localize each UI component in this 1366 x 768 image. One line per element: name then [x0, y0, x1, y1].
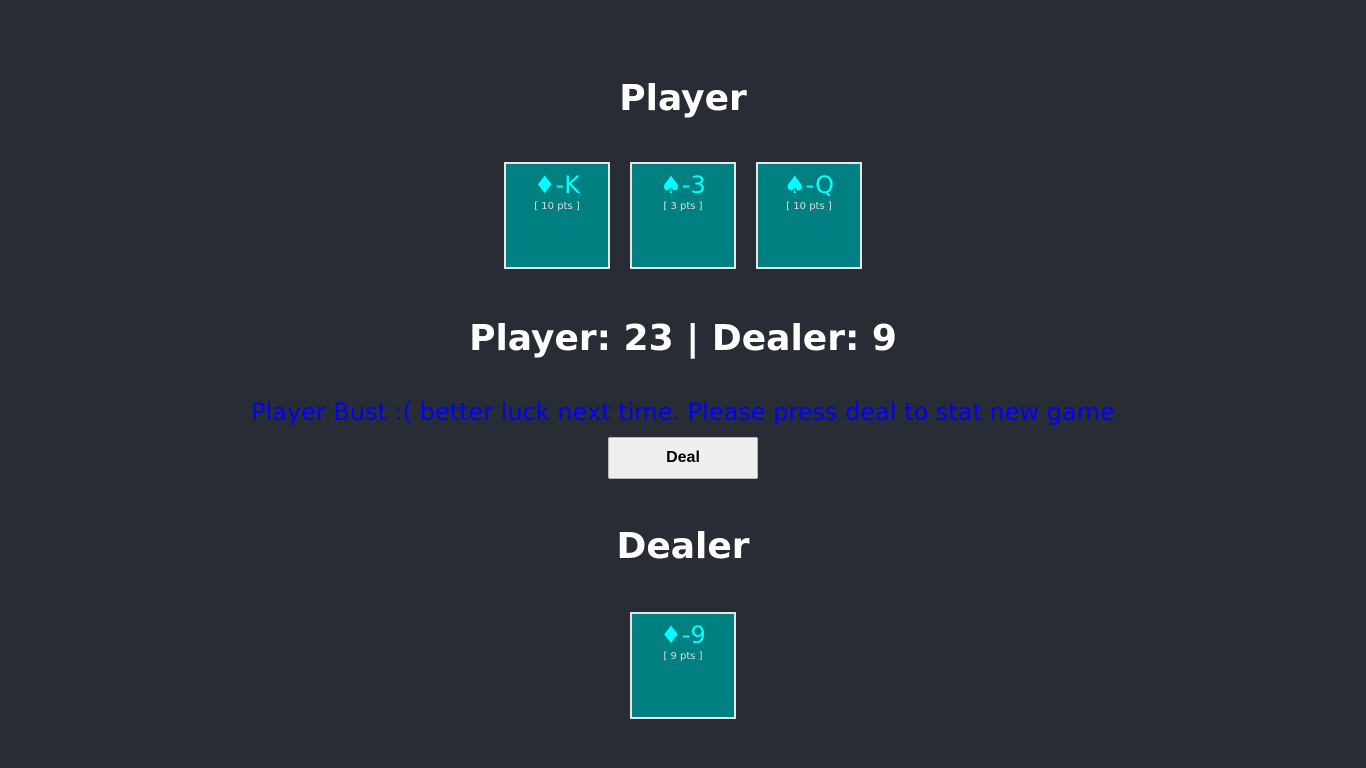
- card-points: [ 10 pts ]: [534, 201, 580, 212]
- dealer-card: ♦-9 [ 9 pts ]: [630, 612, 736, 719]
- player-card: ♠-Q [ 10 pts ]: [756, 162, 862, 269]
- card-label: ♠-Q: [784, 171, 834, 199]
- player-heading: Player: [619, 78, 747, 119]
- deal-button[interactable]: Deal: [608, 437, 758, 479]
- status-message: Player Bust :( better luck next time. Pl…: [251, 398, 1115, 426]
- card-label: ♦-9: [660, 621, 706, 649]
- card-label: ♦-K: [534, 171, 580, 199]
- score-line: Player: 23 | Dealer: 9: [469, 318, 897, 359]
- player-card: ♦-K [ 10 pts ]: [504, 162, 610, 269]
- card-points: [ 10 pts ]: [786, 201, 832, 212]
- blackjack-app: Player ♦-K [ 10 pts ] ♠-3 [ 3 pts ] ♠-Q …: [0, 0, 1366, 768]
- card-label: ♠-3: [660, 171, 706, 199]
- player-hand: ♦-K [ 10 pts ] ♠-3 [ 3 pts ] ♠-Q [ 10 pt…: [0, 162, 1366, 269]
- dealer-heading: Dealer: [616, 526, 750, 567]
- card-points: [ 3 pts ]: [663, 201, 703, 212]
- card-points: [ 9 pts ]: [663, 651, 703, 662]
- dealer-hand: ♦-9 [ 9 pts ]: [0, 612, 1366, 719]
- player-card: ♠-3 [ 3 pts ]: [630, 162, 736, 269]
